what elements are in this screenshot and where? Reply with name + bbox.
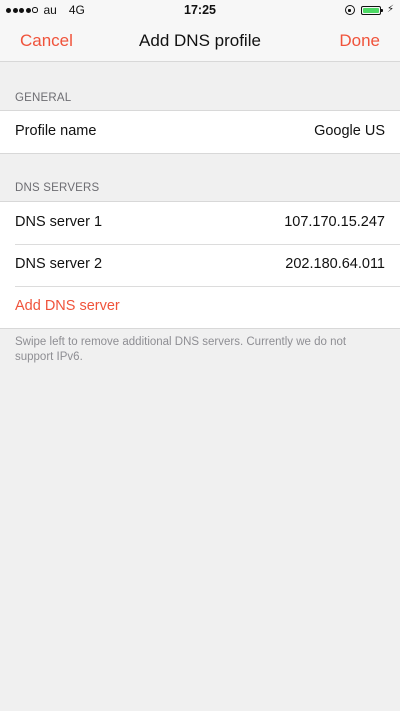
section-header-dns-servers: DNS SERVERS	[15, 182, 100, 194]
battery-icon	[360, 5, 383, 15]
add-dns-server-button[interactable]: Add DNS server	[0, 286, 400, 328]
profile-name-field[interactable]: Google US	[314, 123, 385, 139]
status-bar: au 4G 17:25 ⚡	[0, 0, 400, 20]
section-header-general: GENERAL	[15, 92, 72, 104]
dns-server-label: DNS server 1	[15, 214, 103, 230]
navigation-bar: Cancel Add DNS profile Done	[0, 20, 400, 62]
done-button[interactable]: Done	[339, 31, 380, 51]
profile-name-row[interactable]: Profile name Google US	[0, 111, 400, 153]
cancel-button[interactable]: Cancel	[20, 31, 73, 51]
add-dns-server-label: Add DNS server	[15, 298, 120, 314]
dns-servers-footer-note: Swipe left to remove additional DNS serv…	[15, 336, 347, 363]
dns-server-row[interactable]: DNS server 1 107.170.15.247	[0, 202, 400, 244]
status-time: 17:25	[184, 3, 216, 17]
dns-server-label: DNS server 2	[15, 256, 103, 272]
status-right: ⚡	[344, 3, 394, 17]
dns-servers-group: DNS server 1 107.170.15.247 DNS server 2…	[0, 201, 400, 329]
dns-server-field[interactable]: 107.170.15.247	[284, 214, 385, 230]
charging-icon: ⚡	[386, 4, 394, 15]
general-group: Profile name Google US	[0, 110, 400, 154]
profile-name-label: Profile name	[15, 123, 97, 139]
screen: au 4G 17:25 ⚡ Cancel Add DNS profile Don…	[0, 0, 400, 711]
dns-server-field[interactable]: 202.180.64.011	[285, 256, 385, 272]
orientation-lock-icon	[344, 5, 355, 15]
dns-server-row[interactable]: DNS server 2 202.180.64.011	[0, 244, 400, 286]
